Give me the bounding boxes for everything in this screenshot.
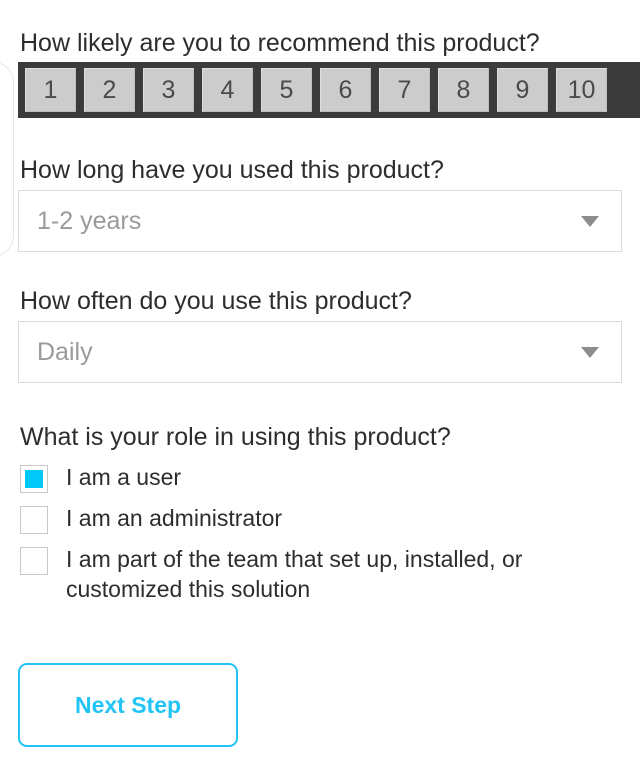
role-option-row[interactable]: I am an administrator — [20, 503, 630, 534]
rating-cell-7[interactable]: 7 — [379, 68, 430, 112]
chevron-down-icon — [581, 215, 599, 227]
duration-select[interactable]: 1-2 years — [18, 190, 622, 252]
rating-cell-5[interactable]: 5 — [261, 68, 312, 112]
role-option-label: I am an administrator — [66, 505, 283, 531]
role-option-row[interactable]: I am part of the team that set up, insta… — [20, 544, 630, 604]
rating-cell-2[interactable]: 2 — [84, 68, 135, 112]
rating-cell-9[interactable]: 9 — [497, 68, 548, 112]
rating-cell-4[interactable]: 4 — [202, 68, 253, 112]
next-step-button[interactable]: Next Step — [18, 663, 238, 747]
rating-cell-8[interactable]: 8 — [438, 68, 489, 112]
checkbox-unchecked-icon[interactable] — [20, 506, 48, 534]
rating-cell-6[interactable]: 6 — [320, 68, 371, 112]
rating-cell-10[interactable]: 10 — [556, 68, 607, 112]
role-option-label: I am a user — [66, 464, 182, 490]
frequency-select[interactable]: Daily — [18, 321, 622, 383]
rating-cell-1[interactable]: 1 — [25, 68, 76, 112]
frequency-select-value: Daily — [37, 337, 93, 366]
role-option-row[interactable]: I am a user — [20, 462, 630, 493]
duration-question-label: How long have you used this product? — [20, 156, 444, 184]
frequency-question-label: How often do you use this product? — [20, 287, 412, 315]
duration-select-value: 1-2 years — [37, 206, 142, 235]
role-option-label: I am part of the team that set up, insta… — [66, 546, 523, 602]
recommend-rating-scale[interactable]: 1 2 3 4 5 6 7 8 9 10 — [18, 62, 640, 118]
rating-cell-3[interactable]: 3 — [143, 68, 194, 112]
role-question-label: What is your role in using this product? — [20, 423, 451, 451]
recommend-question-label: How likely are you to recommend this pro… — [20, 29, 540, 57]
checkbox-checked-icon[interactable] — [20, 465, 48, 493]
chevron-down-icon — [581, 346, 599, 358]
checkbox-unchecked-icon[interactable] — [20, 547, 48, 575]
